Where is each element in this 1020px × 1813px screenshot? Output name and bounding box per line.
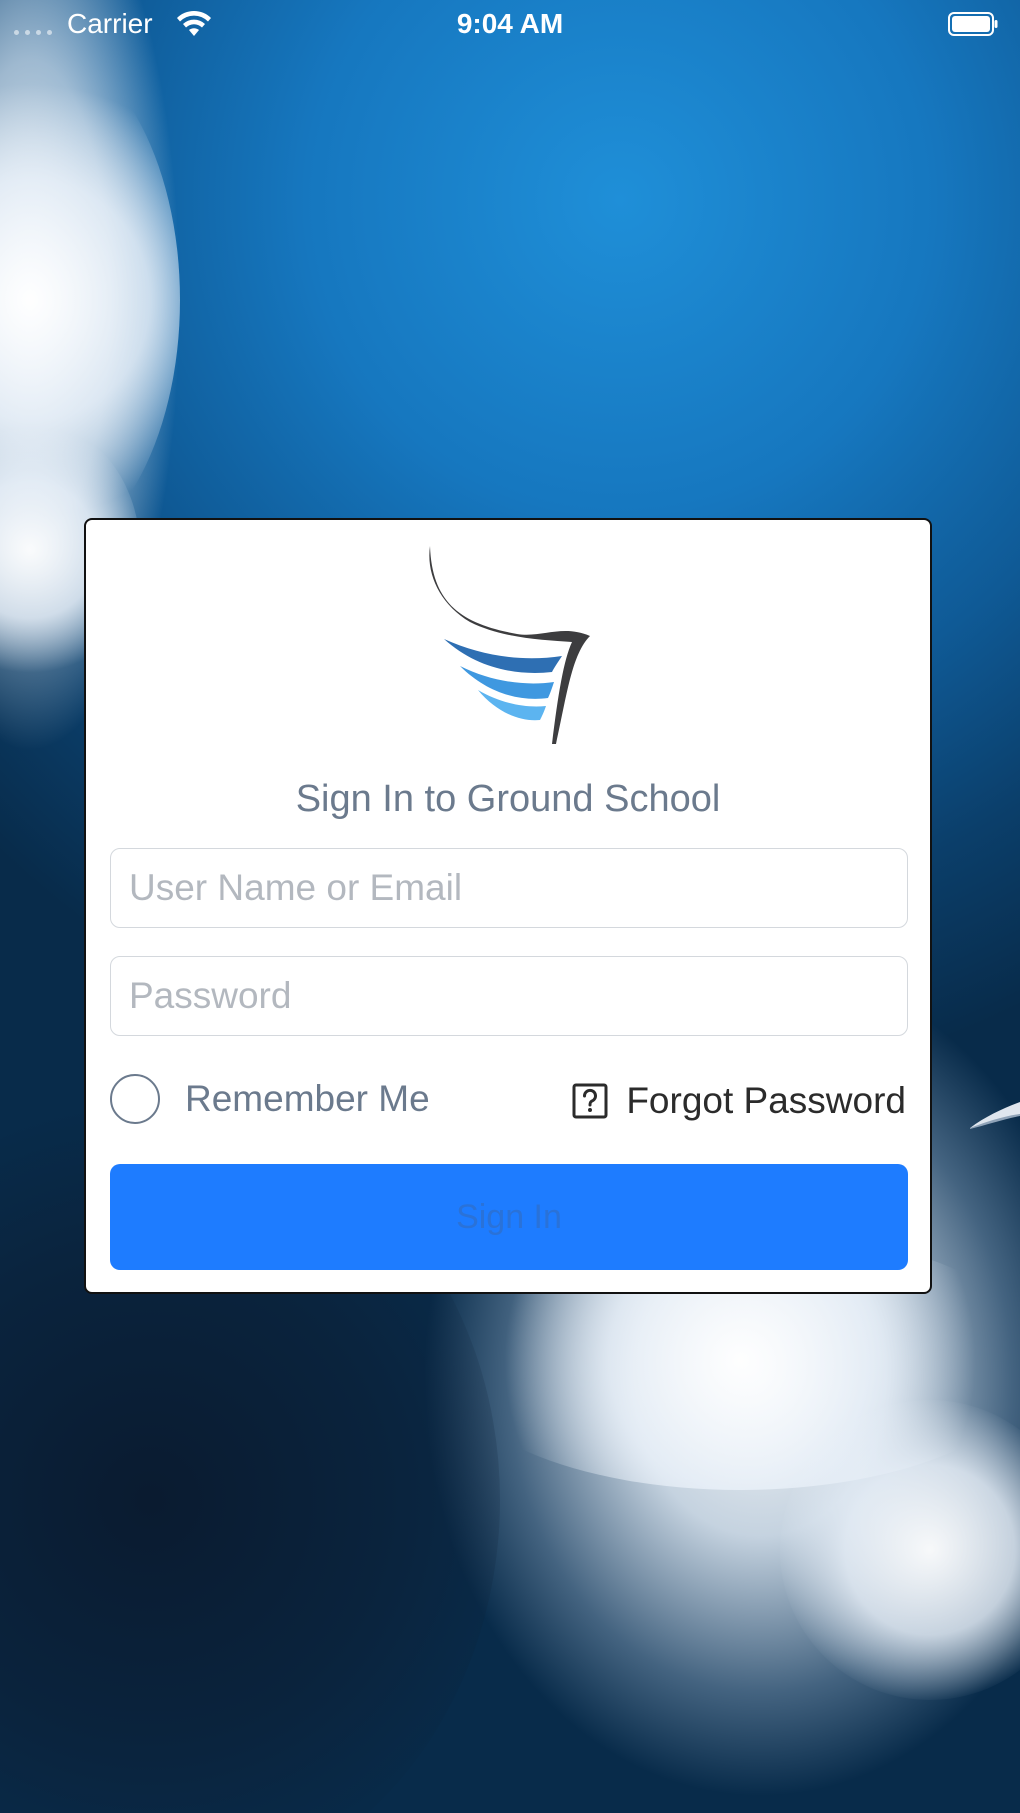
forgot-password-label: Forgot Password [626,1080,906,1121]
sign-in-button[interactable]: Sign In [110,1164,908,1270]
remember-me-label: Remember Me [185,1078,430,1119]
battery-icon [948,12,998,36]
username-input[interactable] [111,849,907,927]
wing-logo-icon [429,546,590,744]
username-field[interactable] [110,848,908,928]
forgot-password-link[interactable]: Forgot Password [572,1080,906,1122]
password-field[interactable] [110,956,908,1036]
remember-me-toggle[interactable]: Remember Me [110,1074,430,1124]
login-card: Sign In to Ground School Remember Me For… [84,518,932,1294]
password-input[interactable] [111,957,907,1035]
login-screen: Carrier 9:04 AM Sign In to Ground School [0,0,1020,1813]
clock: 9:04 AM [456,8,564,39]
status-bar: Carrier 9:04 AM [0,0,1020,48]
page-title: Sign In to Ground School [295,778,721,820]
remember-me-radio[interactable] [110,1074,160,1124]
airplane-wing [970,1102,1020,1129]
question-box-icon [572,1083,608,1119]
